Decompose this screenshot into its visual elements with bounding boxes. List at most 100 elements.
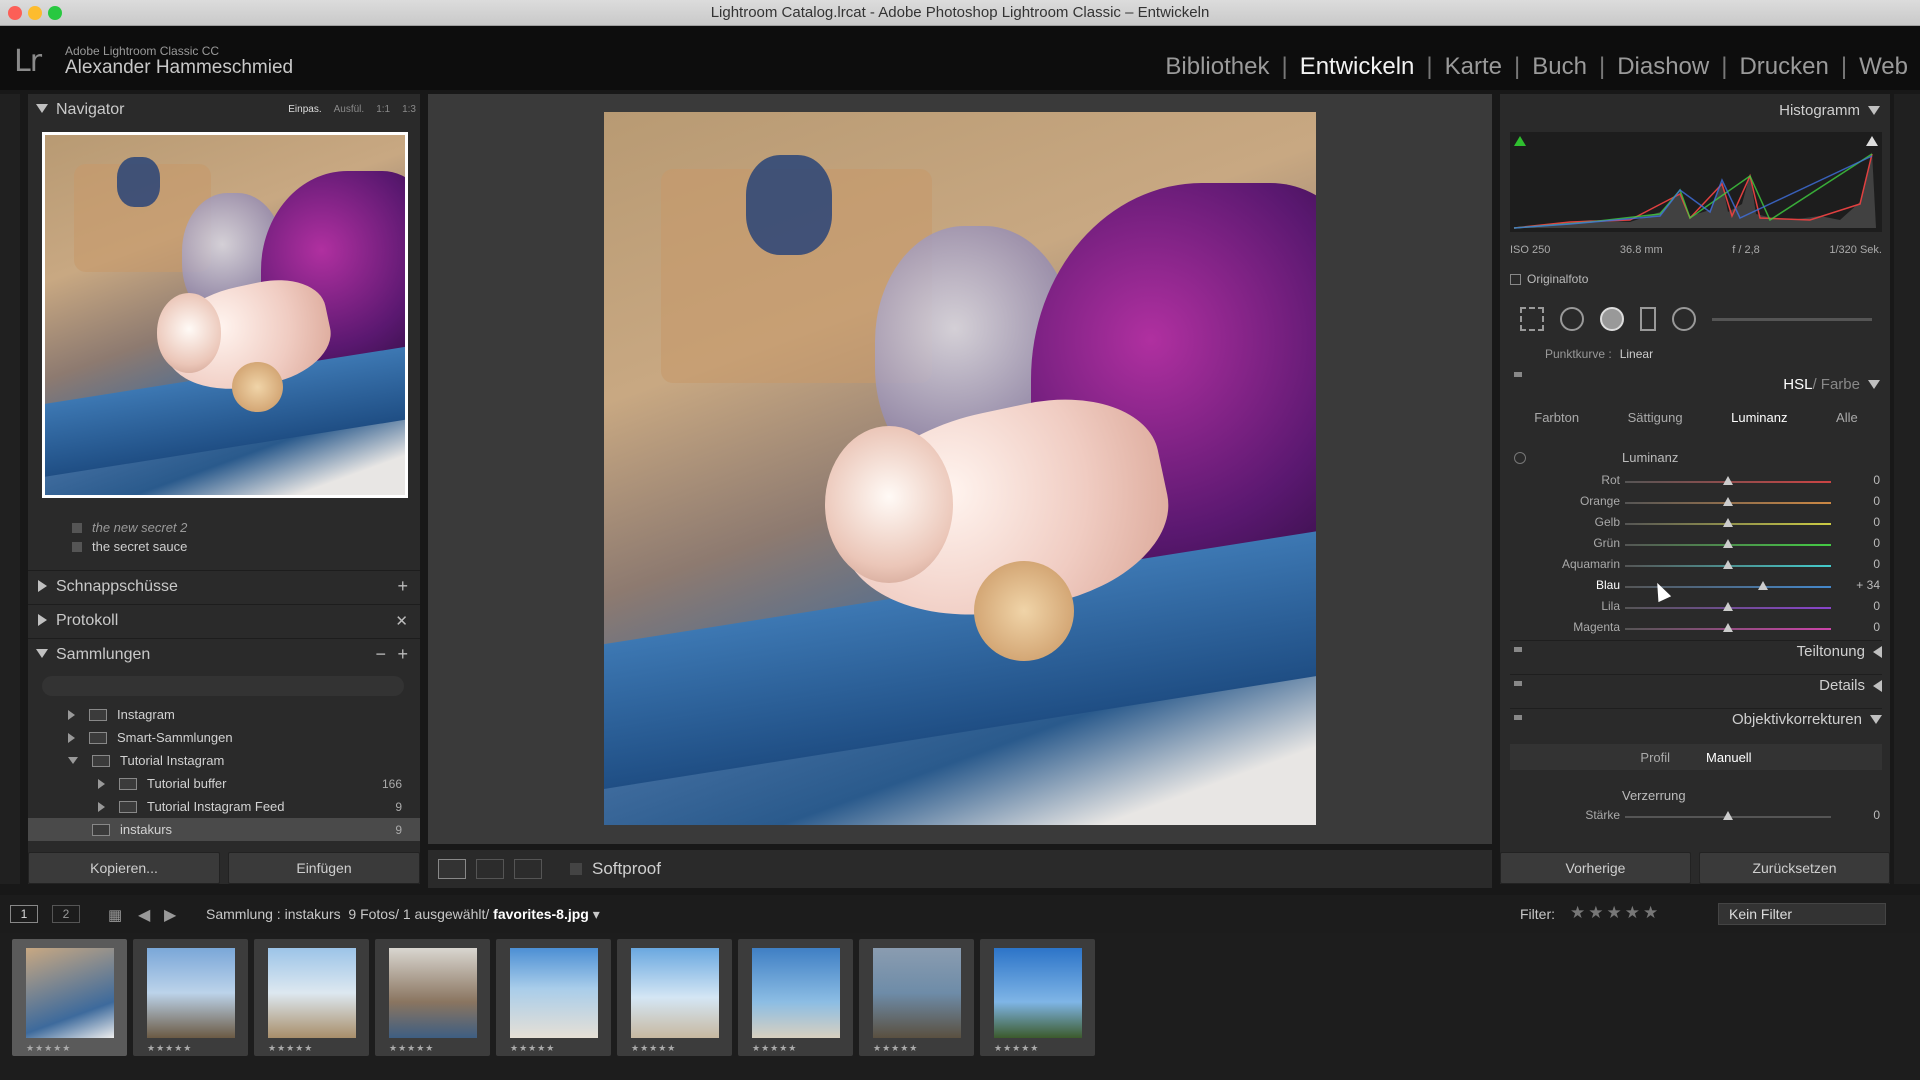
luminance-slider-lila[interactable]: Lila 0 [1540, 599, 1880, 616]
luminance-slider-gelb[interactable]: Gelb 0 [1540, 515, 1880, 532]
slider-knob[interactable] [1723, 476, 1733, 485]
spot-removal-icon[interactable] [1560, 307, 1584, 331]
panel-switch-icon[interactable] [1514, 681, 1522, 686]
add-collection-icon[interactable]: + [397, 644, 408, 665]
module-karte[interactable]: Karte [1445, 53, 1502, 81]
slider-knob[interactable] [1723, 518, 1733, 527]
zoom-fill[interactable]: Ausfül. [334, 104, 365, 115]
main-photo[interactable] [604, 112, 1316, 825]
forward-arrow-icon[interactable]: ▶ [164, 905, 176, 925]
filmstrip-thumbnail[interactable]: ★★★★★ [859, 939, 974, 1056]
tab-saturation[interactable]: Sättigung [1628, 410, 1683, 425]
luminance-slider-blau[interactable]: Blau + 34 [1540, 578, 1880, 595]
luminance-slider-aquamarin[interactable]: Aquamarin 0 [1540, 557, 1880, 574]
panel-switch-icon[interactable] [1514, 372, 1522, 377]
remove-collection-icon[interactable]: − [375, 644, 386, 665]
split-toning-header[interactable]: Teiltonung [1510, 640, 1882, 668]
copy-button[interactable]: Kopieren... [28, 852, 220, 884]
rating-filter-stars[interactable]: ★★★★★ [1570, 903, 1661, 923]
module-web[interactable]: Web [1859, 53, 1908, 81]
zoom-1-3[interactable]: 1:3 [402, 104, 416, 115]
history-header[interactable]: Protokoll ✕ [28, 604, 420, 636]
slider-value[interactable]: 0 [1840, 473, 1880, 487]
thumbnail-rating[interactable]: ★★★★★ [631, 1043, 676, 1054]
target-adjust-icon[interactable] [1514, 452, 1526, 464]
collection-item[interactable]: Tutorial Instagram Feed 9 [28, 795, 420, 818]
previous-button[interactable]: Vorherige [1500, 852, 1691, 884]
module-bibliothek[interactable]: Bibliothek [1165, 53, 1269, 81]
thumbnail-rating[interactable]: ★★★★★ [510, 1043, 555, 1054]
tab-hue[interactable]: Farbton [1534, 410, 1579, 425]
module-entwickeln[interactable]: Entwickeln [1300, 53, 1415, 81]
slider-value[interactable]: 0 [1840, 599, 1880, 613]
slider-value[interactable]: + 34 [1840, 578, 1880, 592]
lens-corrections-header[interactable]: Objektivkorrekturen [1510, 708, 1882, 736]
original-photo-toggle[interactable]: Originalfoto [1510, 272, 1588, 286]
collapse-icon[interactable] [68, 757, 78, 764]
point-curve[interactable]: Punktkurve : Linear [1545, 347, 1653, 361]
zoom-1-1[interactable]: 1:1 [376, 104, 390, 115]
filmstrip-thumbnail[interactable]: ★★★★★ [12, 939, 127, 1056]
module-diashow[interactable]: Diashow [1617, 53, 1709, 81]
tab-luminance[interactable]: Luminanz [1731, 410, 1787, 425]
expand-icon[interactable] [68, 732, 75, 743]
tab-all[interactable]: Alle [1836, 410, 1858, 425]
collection-item[interactable]: Tutorial Instagram [28, 749, 420, 772]
filmstrip-thumbnail[interactable]: ★★★★★ [375, 939, 490, 1056]
slider-value[interactable]: 0 [1840, 620, 1880, 634]
paste-button[interactable]: Einfügen [228, 852, 420, 884]
distortion-slider-row[interactable]: Stärke 0 [1540, 808, 1880, 825]
collection-item[interactable]: Smart-Sammlungen [28, 726, 420, 749]
add-snapshot-icon[interactable]: + [397, 576, 408, 597]
panel-switch-icon[interactable] [1514, 715, 1522, 720]
filmstrip-thumbnail[interactable]: ★★★★★ [738, 939, 853, 1056]
distortion-value[interactable]: 0 [1840, 808, 1880, 822]
slider-value[interactable]: 0 [1840, 515, 1880, 529]
filmstrip-thumbnail[interactable]: ★★★★★ [617, 939, 732, 1056]
preset-item[interactable]: the secret sauce [28, 537, 420, 556]
collection-item[interactable]: Instagram [28, 703, 420, 726]
luminance-slider-magenta[interactable]: Magenta 0 [1540, 620, 1880, 637]
secondary-screen-button[interactable]: 2 [52, 905, 80, 923]
histogram-header[interactable]: Histogramm [1779, 102, 1880, 119]
navigator-preview[interactable] [42, 132, 408, 498]
softproof-checkbox[interactable] [570, 863, 582, 875]
luminance-slider-rot[interactable]: Rot 0 [1540, 473, 1880, 490]
thumbnail-rating[interactable]: ★★★★★ [752, 1043, 797, 1054]
module-drucken[interactable]: Drucken [1739, 53, 1828, 81]
adjustment-brush-slider[interactable] [1712, 317, 1872, 321]
panel-switch-icon[interactable] [1514, 647, 1522, 652]
distortion-knob[interactable] [1723, 811, 1733, 820]
filmstrip-thumbnail[interactable]: ★★★★★ [133, 939, 248, 1056]
slider-value[interactable]: 0 [1840, 494, 1880, 508]
expand-icon[interactable] [68, 709, 75, 720]
thumbnail-rating[interactable]: ★★★★★ [147, 1043, 192, 1054]
thumbnail-rating[interactable]: ★★★★★ [389, 1043, 434, 1054]
luminance-slider-grün[interactable]: Grün 0 [1540, 536, 1880, 553]
loupe-view-icon[interactable] [438, 859, 466, 879]
slider-knob[interactable] [1723, 623, 1733, 632]
tab-profile[interactable]: Profil [1640, 750, 1670, 765]
red-eye-icon[interactable] [1600, 307, 1624, 331]
module-buch[interactable]: Buch [1532, 53, 1587, 81]
histogram-graph[interactable] [1510, 132, 1882, 232]
filmstrip-thumbnail[interactable]: ★★★★★ [496, 939, 611, 1056]
snapshots-header[interactable]: Schnappschüsse + [28, 570, 420, 602]
thumbnail-rating[interactable]: ★★★★★ [26, 1043, 71, 1054]
clear-history-icon[interactable]: ✕ [395, 612, 408, 630]
collection-search-input[interactable] [42, 676, 404, 696]
collection-item-selected[interactable]: instakurs 9 [28, 818, 420, 841]
slider-knob[interactable] [1723, 539, 1733, 548]
grid-view-icon[interactable]: ▦ [108, 906, 122, 924]
details-header[interactable]: Details [1510, 674, 1882, 702]
luminance-slider-orange[interactable]: Orange 0 [1540, 494, 1880, 511]
collection-item[interactable]: Tutorial buffer 166 [28, 772, 420, 795]
slider-knob[interactable] [1723, 602, 1733, 611]
preset-item[interactable]: the new secret 2 [28, 518, 420, 537]
slider-value[interactable]: 0 [1840, 557, 1880, 571]
graduated-filter-icon[interactable] [1640, 307, 1656, 331]
thumbnail-rating[interactable]: ★★★★★ [873, 1043, 918, 1054]
filmstrip-thumbnail[interactable]: ★★★★★ [980, 939, 1095, 1056]
crop-tool-icon[interactable] [1520, 307, 1544, 331]
hsl-toggle[interactable] [1510, 366, 1882, 394]
